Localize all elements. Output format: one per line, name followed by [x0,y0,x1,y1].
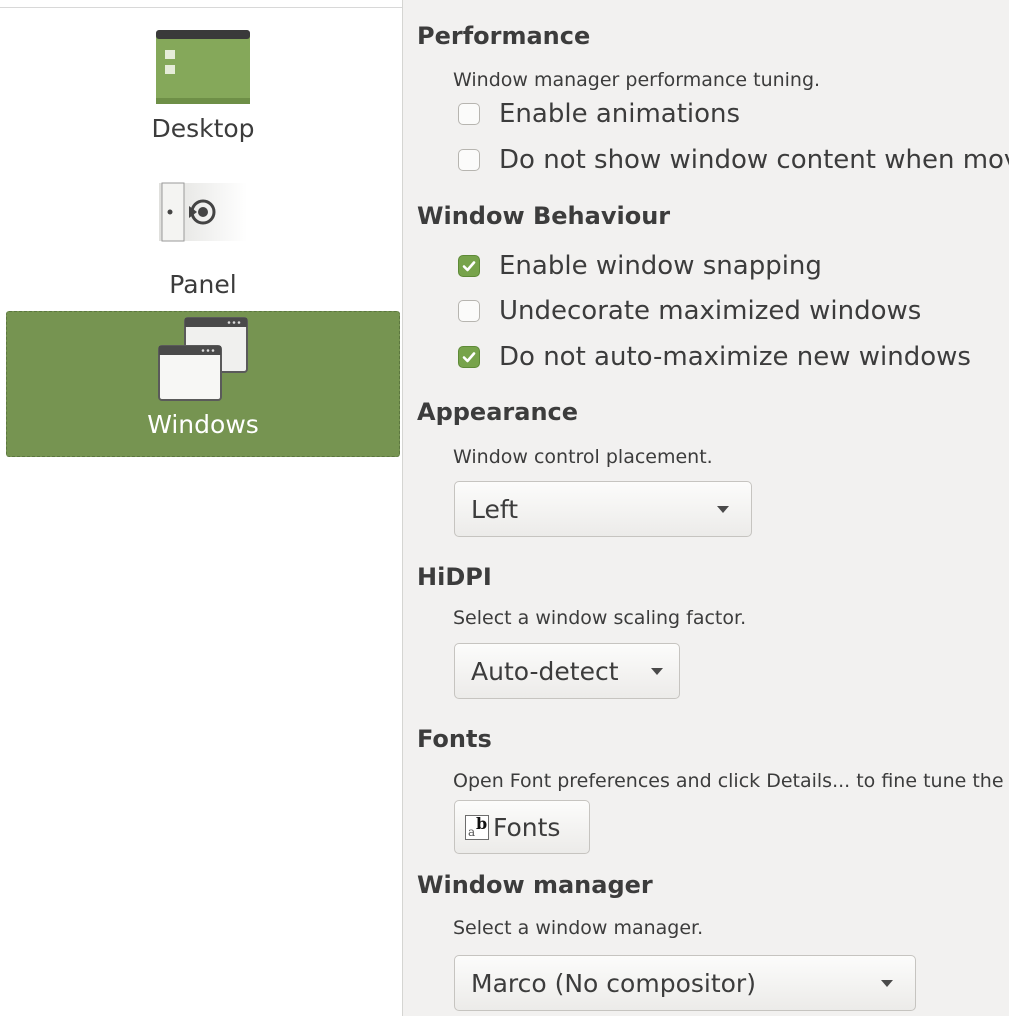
fonts-button-label: Fonts [493,812,561,842]
sidebar-item-panel[interactable]: Panel [6,180,400,299]
dropdown-value: Auto-detect [471,656,619,686]
chevron-down-icon [651,667,663,675]
dropdown-value: Marco (No compositor) [471,968,756,998]
divider [0,7,402,8]
section-title-hidpi: HiDPI [417,563,492,591]
section-title-window-behaviour: Window Behaviour [417,202,671,230]
settings-panel: Performance Window manager performance t… [403,0,1009,1016]
fonts-button[interactable]: ab Fonts [454,800,590,854]
appearance-description: Window control placement. [453,446,713,468]
enable-animations-checkbox[interactable]: Enable animations [458,99,740,129]
checkbox-icon [458,103,480,125]
font-icon: ab [465,814,489,840]
checkbox-label: Enable animations [499,99,741,129]
performance-description: Window manager performance tuning. [453,69,821,91]
sidebar: Desktop Panel Windows [0,0,403,1016]
windows-icon [155,316,251,402]
checkbox-label: Enable window snapping [499,251,822,281]
window-manager-dropdown[interactable]: Marco (No compositor) [454,955,916,1011]
checkbox-label: Do not auto-maximize new windows [499,342,971,372]
window-control-placement-dropdown[interactable]: Left [454,481,752,537]
hidpi-description: Select a window scaling factor. [453,607,747,629]
dropdown-value: Left [471,494,519,524]
sidebar-item-desktop[interactable]: Desktop [6,28,400,156]
window-snapping-checkbox[interactable]: Enable window snapping [458,251,822,281]
undecorate-maximized-checkbox[interactable]: Undecorate maximized windows [458,296,921,326]
chevron-down-icon [881,979,893,987]
checkbox-checked-icon [458,346,480,368]
panel-icon [159,180,247,244]
hide-content-when-moving-checkbox[interactable]: Do not show window content when moving w… [458,145,1009,175]
section-title-window-manager: Window manager [417,871,653,899]
checkbox-label: Do not show window content when moving w… [499,145,1009,175]
checkbox-icon [458,149,480,171]
checkbox-icon [458,300,480,322]
sidebar-item-label: Windows [147,410,259,439]
window-manager-description: Select a window manager. [453,917,704,939]
no-auto-maximize-checkbox[interactable]: Do not auto-maximize new windows [458,342,971,372]
chevron-down-icon [717,505,729,513]
section-title-fonts: Fonts [417,725,492,753]
section-title-performance: Performance [417,22,591,50]
sidebar-item-label: Desktop [151,114,255,143]
fonts-description: Open Font preferences and click Details.… [453,770,1009,792]
sidebar-item-label: Panel [169,270,237,299]
section-title-appearance: Appearance [417,398,579,426]
sidebar-item-windows[interactable]: Windows [6,311,400,457]
checkbox-label: Undecorate maximized windows [499,296,922,326]
desktop-icon [155,28,251,106]
checkbox-checked-icon [458,255,480,277]
scaling-factor-dropdown[interactable]: Auto-detect [454,643,680,699]
